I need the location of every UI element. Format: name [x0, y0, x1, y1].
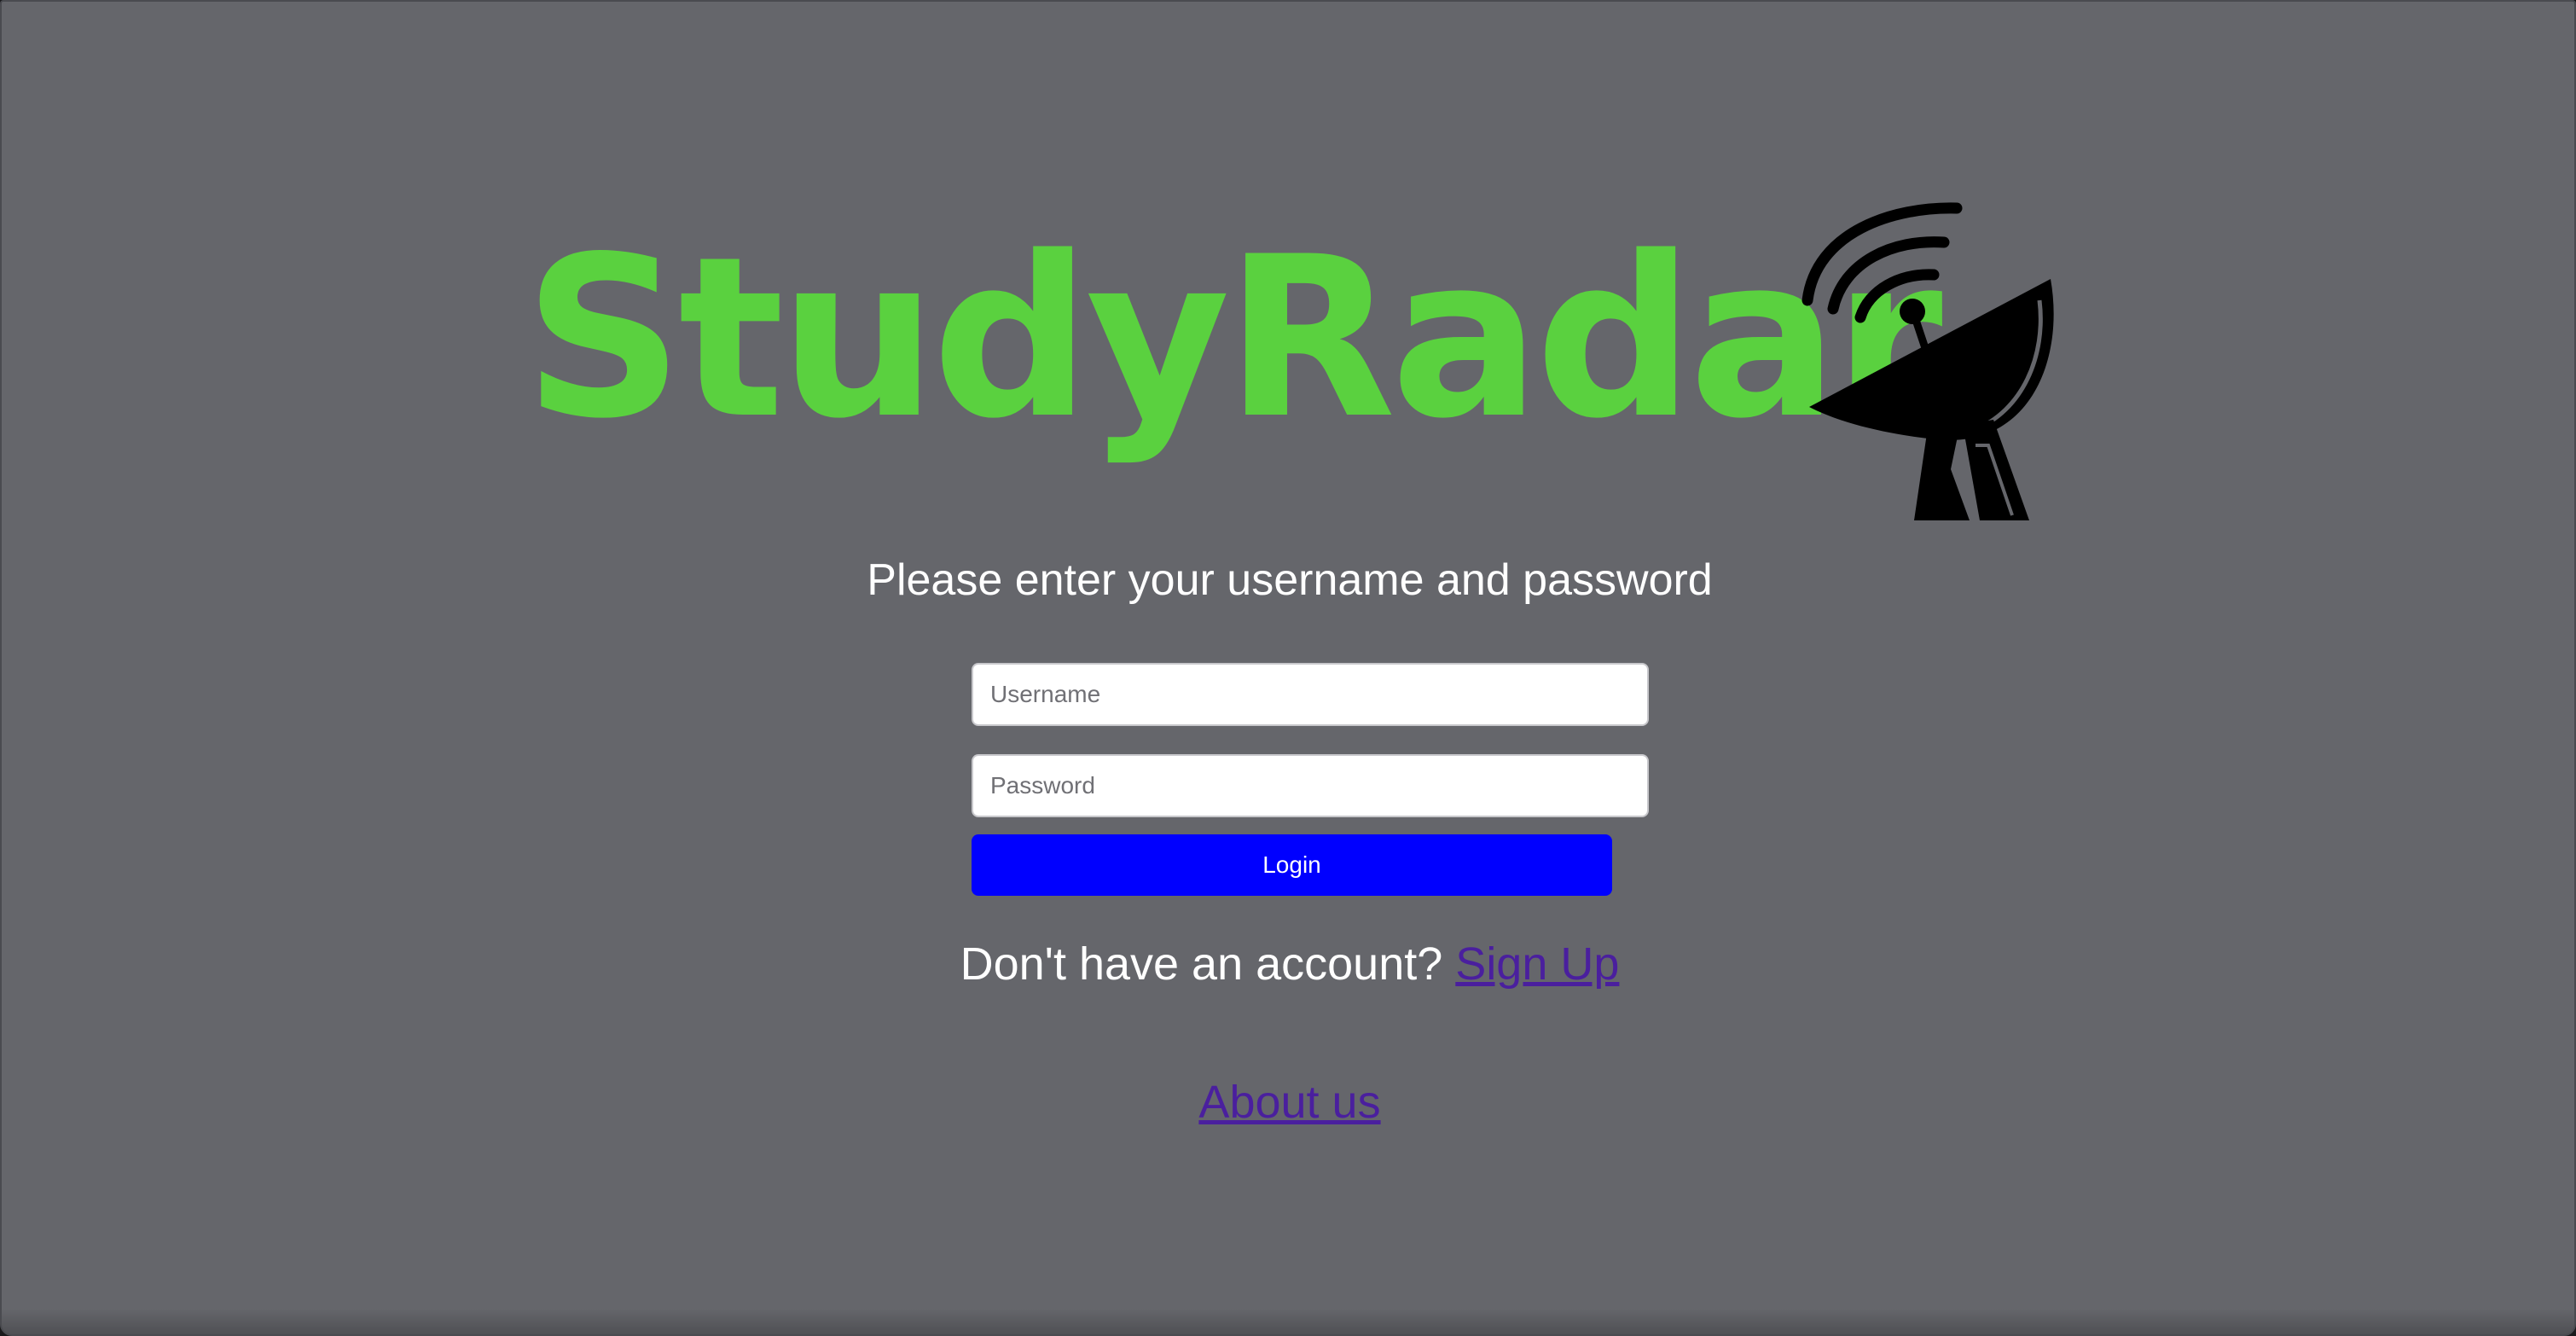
- username-input[interactable]: [972, 663, 1649, 726]
- app-window: StudyRadar Please enter your username an…: [0, 0, 2576, 1336]
- satellite-dish-icon: [1801, 202, 2054, 520]
- about-us-link[interactable]: About us: [1198, 1077, 1380, 1128]
- logo-text: StudyRadar: [524, 210, 1943, 468]
- password-input[interactable]: [972, 754, 1649, 817]
- login-prompt: Please enter your username and password: [867, 555, 1713, 605]
- logo: StudyRadar: [524, 198, 2059, 522]
- about-line: About us: [2, 1073, 2574, 1131]
- sign-up-link[interactable]: Sign Up: [1455, 938, 1619, 990]
- login-button[interactable]: Login: [972, 834, 1612, 896]
- signup-question: Don't have an account?: [960, 938, 1456, 990]
- signup-line: Don't have an account? Sign Up: [2, 935, 2574, 993]
